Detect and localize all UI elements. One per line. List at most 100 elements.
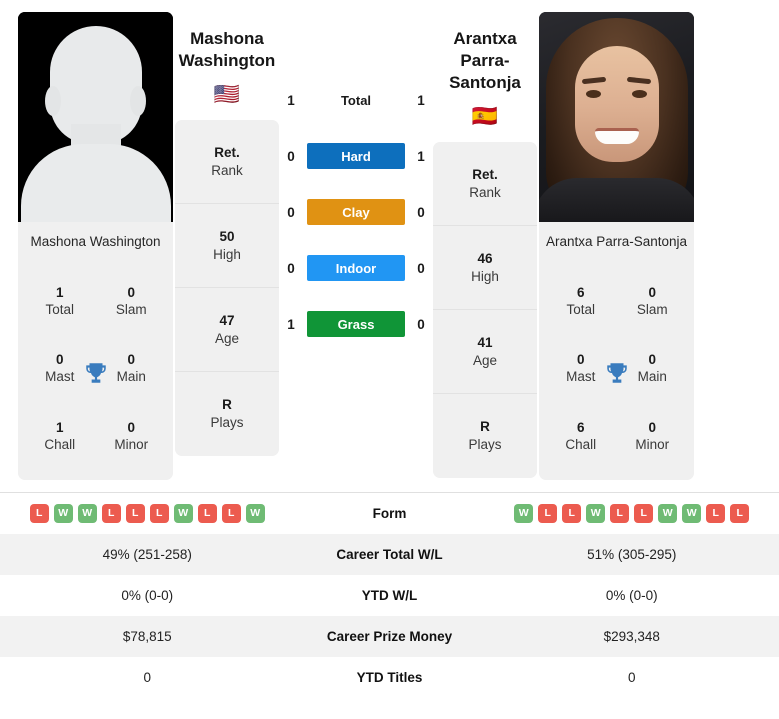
- form-badge[interactable]: W: [53, 503, 73, 523]
- surface-row-total: 1 Total 1: [281, 72, 431, 128]
- stat-high-left: 50 High: [175, 204, 279, 288]
- surface-indoor-right-value: 0: [417, 260, 425, 276]
- stat-age-left: 47 Age: [175, 288, 279, 372]
- form-badge[interactable]: L: [101, 503, 121, 523]
- player-info-left: Mashona Washington 🇺🇸 Ret. Rank 50 High …: [173, 12, 281, 456]
- titles-slam-label-left: Slam: [115, 302, 147, 318]
- form-badge[interactable]: L: [29, 503, 49, 523]
- form-badge[interactable]: W: [245, 503, 265, 523]
- ytd-wl-right: 0% (0-0): [605, 587, 658, 603]
- form-badge[interactable]: L: [634, 503, 654, 523]
- stat-plays-right: R Plays: [433, 394, 537, 478]
- surface-indoor-label[interactable]: Indoor: [307, 255, 405, 281]
- player-photo-caption-left: Mashona Washington: [30, 234, 161, 249]
- stat-high-label-right: High: [471, 268, 499, 284]
- form-badge[interactable]: L: [221, 503, 241, 523]
- stat-rank-value-left: Ret.: [214, 144, 240, 160]
- player-info-right: Arantxa Parra- Santonja 🇪🇸 Ret. Rank 46 …: [431, 12, 539, 478]
- stat-rank-left: Ret. Rank: [175, 120, 279, 204]
- stat-rank-label-right: Rank: [469, 184, 501, 200]
- form-badge[interactable]: L: [149, 503, 169, 523]
- career-total-wl-right: 51% (305-295): [587, 546, 677, 562]
- surface-grass-left-value: 1: [287, 316, 295, 332]
- form-badge[interactable]: L: [125, 503, 145, 523]
- titles-grid-left: 1 Total 0 Slam 0 Mast 0 Main 1 Chall 0 M…: [18, 266, 173, 480]
- stat-plays-left: R Plays: [175, 372, 279, 456]
- stat-age-right: 41 Age: [433, 310, 537, 394]
- trophy-icon: [85, 363, 106, 383]
- surface-grass-right-value: 0: [417, 316, 425, 332]
- avatar-placeholder-icon: [18, 12, 173, 222]
- surface-hard-left-value: 0: [287, 148, 295, 164]
- form-cell-right: W L L W L L W W L L: [485, 493, 779, 534]
- player-card-right[interactable]: Arantxa Parra-Santonja 6 Total 0 Slam 0 …: [539, 12, 694, 480]
- titles-slam-label-right: Slam: [636, 302, 668, 318]
- titles-chall-label-right: Chall: [565, 436, 597, 452]
- surface-row-clay: 0 Clay 0: [281, 184, 431, 240]
- player-name-right[interactable]: Arantxa Parra- Santonja: [433, 28, 537, 94]
- titles-chall-value-left: 1: [55, 419, 64, 435]
- form-badge[interactable]: L: [610, 503, 630, 523]
- form-badge[interactable]: L: [197, 503, 217, 523]
- form-badge[interactable]: L: [538, 503, 558, 523]
- titles-slam-right: 0 Slam: [617, 284, 689, 319]
- surface-comparison: 1 Total 1 0 Hard 1 0 Clay 0 0 Indoor 0 1…: [281, 12, 431, 352]
- player-card-left[interactable]: Mashona Washington 1 Total 0 Slam 0 Mast…: [18, 12, 173, 480]
- stat-card-right: Ret. Rank 46 High 41 Age R Plays: [433, 142, 537, 478]
- form-badge[interactable]: W: [77, 503, 97, 523]
- stat-high-label-left: High: [213, 246, 241, 262]
- form-badge[interactable]: W: [173, 503, 193, 523]
- table-label-ytd-titles: YTD Titles: [356, 669, 423, 685]
- titles-total-right: 6 Total: [545, 284, 617, 319]
- form-badge[interactable]: L: [562, 503, 582, 523]
- stat-age-value-right: 41: [477, 334, 493, 350]
- table-row-ytd-titles: 0 YTD Titles 0: [0, 657, 779, 698]
- surface-hard-label[interactable]: Hard: [307, 143, 405, 169]
- surface-grass-label[interactable]: Grass: [307, 311, 405, 337]
- stat-plays-label-left: Plays: [210, 415, 244, 430]
- stat-high-value-right: 46: [477, 250, 493, 266]
- surface-total-label: Total: [340, 92, 372, 108]
- titles-total-left: 1 Total: [24, 284, 96, 319]
- ytd-titles-right: 0: [627, 669, 636, 685]
- surface-row-grass: 1 Grass 0: [281, 296, 431, 352]
- stat-high-value-left: 50: [219, 228, 235, 244]
- player-name-right-line1: Arantxa Parra-: [453, 29, 517, 70]
- ytd-titles-left: 0: [143, 669, 151, 685]
- titles-minor-label-right: Minor: [635, 436, 670, 452]
- titles-grid-right: 6 Total 0 Slam 0 Mast 0 Main 6 Chall 0 M…: [539, 266, 694, 480]
- table-label-career-prize-money: Career Prize Money: [326, 628, 453, 644]
- titles-minor-right: 0 Minor: [617, 419, 689, 454]
- player-photo-caption-right: Arantxa Parra-Santonja: [545, 234, 688, 249]
- surface-clay-label[interactable]: Clay: [307, 199, 405, 225]
- form-badge[interactable]: W: [514, 503, 534, 523]
- surface-row-indoor: 0 Indoor 0: [281, 240, 431, 296]
- titles-total-value-left: 1: [55, 285, 64, 301]
- form-badge[interactable]: L: [730, 503, 750, 523]
- stat-card-left: Ret. Rank 50 High 47 Age R Plays: [175, 120, 279, 456]
- career-prize-money-right: $293,348: [603, 628, 660, 644]
- titles-total-label-right: Total: [566, 302, 596, 318]
- player-name-right-line2: Santonja: [449, 73, 521, 92]
- stat-plays-value-right: R: [480, 419, 490, 434]
- ytd-wl-left: 0% (0-0): [121, 587, 174, 603]
- player-name-left-line2: Washington: [178, 51, 276, 70]
- country-flag-right: 🇪🇸: [471, 105, 499, 128]
- stat-rank-label-left: Rank: [211, 162, 243, 178]
- player-name-left[interactable]: Mashona Washington: [179, 28, 276, 72]
- surface-indoor-left-value: 0: [287, 260, 295, 276]
- form-badge[interactable]: W: [658, 503, 678, 523]
- titles-total-label-left: Total: [45, 302, 75, 318]
- stat-rank-value-right: Ret.: [472, 166, 498, 182]
- surface-total-left-value: 1: [287, 92, 295, 108]
- titles-chall-value-right: 6: [576, 419, 585, 435]
- form-badge[interactable]: W: [682, 503, 702, 523]
- form-badge[interactable]: W: [586, 503, 606, 523]
- surface-row-hard: 0 Hard 1: [281, 128, 431, 184]
- table-label-ytd-wl: YTD W/L: [361, 587, 418, 603]
- form-badges-right: W L L W L L W W L L: [485, 503, 779, 523]
- form-badge[interactable]: L: [706, 503, 726, 523]
- surface-total-right-value: 1: [417, 92, 425, 108]
- player-portrait-photo: [539, 12, 694, 222]
- surface-clay-left-value: 0: [287, 204, 295, 220]
